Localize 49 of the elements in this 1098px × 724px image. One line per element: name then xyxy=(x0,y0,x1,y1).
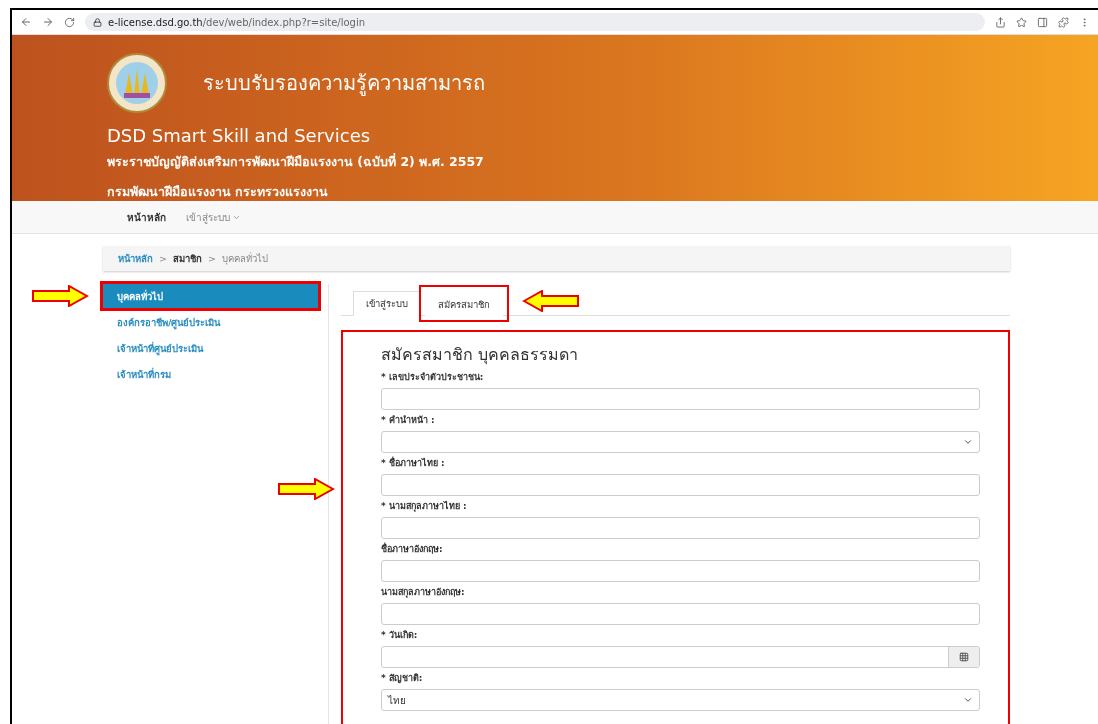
lock-icon xyxy=(93,17,102,27)
field-label: นามสกุลภาษาอังกฤษ: xyxy=(381,586,466,598)
breadcrumb-separator: > xyxy=(207,253,216,264)
share-icon[interactable] xyxy=(995,16,1006,28)
act-text: พระราชบัญญัติส่งเสริมการพัฒนาฝีมือแรงงาน (ฉบับที่ 2) พ.ศ. 2557 xyxy=(107,152,485,171)
form-title: สมัครสมาชิก บุคคลธรรมดา xyxy=(381,344,580,367)
site-title: ระบบรับรองความรู้ความสามารถ xyxy=(203,70,485,98)
field-label: * วันเกิด: xyxy=(381,629,419,641)
back-icon[interactable] xyxy=(20,16,32,28)
department-text: กรมพัฒนาฝีมือแรงงาน กระทรวงแรงงาน xyxy=(107,183,330,201)
input-field[interactable] xyxy=(381,517,980,539)
nav-link[interactable]: เข้าสู่ระบบ xyxy=(186,209,241,225)
select-field[interactable] xyxy=(381,431,980,453)
field-label: ชื่อภาษาอังกฤษ: xyxy=(381,543,444,555)
grid-icon xyxy=(959,652,969,662)
address-field[interactable]: e-license.dsd.go.th/dev/web/index.php?r=site/login xyxy=(85,13,985,31)
calendar-button[interactable] xyxy=(948,647,979,667)
star-icon[interactable] xyxy=(1016,16,1027,28)
breadcrumb-text: สมาชิก xyxy=(172,252,202,266)
field-label: * สัญชาติ: xyxy=(381,672,424,684)
annotation-arrow xyxy=(277,478,335,500)
input-field[interactable] xyxy=(381,388,980,410)
sidebar-item[interactable]: เจ้าหน้าที่ศูนย์ประเมิน xyxy=(103,336,318,360)
input-field[interactable] xyxy=(381,474,980,496)
reload-icon[interactable] xyxy=(64,16,75,28)
caret-icon xyxy=(963,437,973,447)
caret-icon xyxy=(963,695,973,705)
sidebar-item[interactable]: เจ้าหน้าที่กรม xyxy=(103,362,318,386)
field-label: * นามสกุลภาษาไทย : xyxy=(381,500,468,512)
field-label: * ชื่อภาษาไทย : xyxy=(381,457,446,469)
breadcrumb-link[interactable]: หน้าหลัก xyxy=(118,251,153,266)
date-field[interactable] xyxy=(381,646,980,668)
breadcrumb-separator: > xyxy=(159,253,167,264)
sidebar-item[interactable]: องค์กรอาชีพ/ศูนย์ประเมิน xyxy=(103,310,318,334)
site-subtitle: DSD Smart Skill and Services xyxy=(107,125,372,146)
emblem-logo xyxy=(107,53,167,113)
nav-link[interactable]: หน้าหลัก xyxy=(127,209,166,225)
input-field[interactable] xyxy=(381,603,980,625)
extension-icon[interactable] xyxy=(1058,16,1069,28)
field-label: * คำนำหน้า : xyxy=(381,414,436,426)
annotation-arrow xyxy=(522,290,580,312)
tab[interactable]: เข้าสู่ระบบ xyxy=(353,291,421,316)
breadcrumb-text: บุคคลทั่วไป xyxy=(221,251,268,266)
input-field[interactable] xyxy=(381,560,980,582)
side-panel-icon[interactable] xyxy=(1037,16,1048,28)
field-label: * เลขประจำตัวประชาชน: xyxy=(381,371,485,383)
annotation-arrow xyxy=(31,285,89,307)
forward-icon[interactable] xyxy=(42,16,54,28)
select-field[interactable]: ไทย xyxy=(381,689,980,711)
